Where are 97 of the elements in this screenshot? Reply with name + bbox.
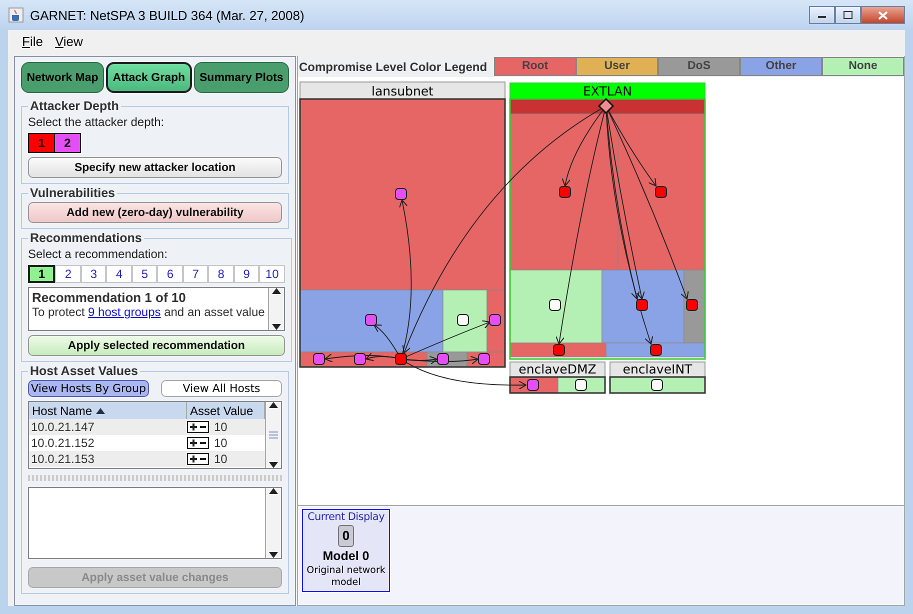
recommendation-number[interactable]: 5 xyxy=(132,265,158,283)
recommendation-number[interactable]: 7 xyxy=(182,265,208,283)
subnet-name: lansubnet xyxy=(372,83,434,98)
prompt-text: Select the attacker depth: xyxy=(28,115,166,129)
scroll-down-icon xyxy=(272,324,281,330)
model-description: Original network model xyxy=(306,564,386,589)
close-button[interactable] xyxy=(861,6,905,24)
plus-minus-icon xyxy=(187,421,209,433)
host-node[interactable] xyxy=(655,186,667,198)
close-icon xyxy=(878,10,888,20)
subnet-block[interactable] xyxy=(299,81,506,368)
host-node[interactable] xyxy=(575,378,587,391)
scroll-up-icon xyxy=(272,288,281,294)
host-node[interactable] xyxy=(395,352,407,365)
window-title: GARNET: NetSPA 3 BUILD 364 (Mar. 27, 2008) xyxy=(30,8,304,22)
card-caption: Current Display xyxy=(308,510,384,523)
add-vulnerability-button[interactable]: Add new (zero-day) vulnerability xyxy=(28,202,282,223)
scroll-up-icon xyxy=(269,488,278,494)
host-node[interactable] xyxy=(650,344,662,356)
section-title: Vulnerabilities xyxy=(29,186,116,200)
host-node[interactable] xyxy=(553,344,565,356)
host-node[interactable] xyxy=(395,188,407,200)
legend-swatch: Other xyxy=(740,57,822,76)
host-name-cell-text: 10.0.21.153 xyxy=(30,452,96,466)
host-node[interactable] xyxy=(489,314,501,326)
asset-value-cell-text: 10 xyxy=(213,452,228,466)
host-name-cell-text: 10.0.21.152 xyxy=(30,436,96,450)
host-node[interactable] xyxy=(437,352,449,365)
sort-ascending-icon xyxy=(96,408,106,414)
scroll-grip-icon xyxy=(269,431,278,439)
maximize-icon xyxy=(843,11,853,19)
depth-level[interactable]: 2 xyxy=(55,134,80,152)
depth-level[interactable]: 1 xyxy=(29,134,55,152)
recommendation-heading: Recommendation 1 of 10 xyxy=(32,290,187,305)
legend-swatch: Root xyxy=(494,57,576,76)
scroll-up-icon xyxy=(269,402,278,408)
splitter-handle[interactable] xyxy=(28,475,282,481)
recommendation-number[interactable]: 3 xyxy=(80,265,106,283)
scrollbar[interactable] xyxy=(265,402,281,468)
host-node[interactable] xyxy=(549,298,561,311)
minimize-button[interactable] xyxy=(809,6,835,24)
host-node[interactable] xyxy=(686,298,698,311)
host-name-cell-text: 10.0.21.147 xyxy=(30,420,96,434)
view-hosts-button[interactable]: View All Hosts xyxy=(161,380,282,397)
host-node[interactable] xyxy=(365,314,377,326)
recommendation-number[interactable]: 1 xyxy=(28,265,56,283)
apply-recommendation-button[interactable]: Apply selected recommendation xyxy=(28,335,285,356)
view-hosts-button[interactable]: View Hosts By Group xyxy=(28,380,149,397)
host-groups-link[interactable]: 9 host groups xyxy=(88,305,161,319)
section-title: Attacker Depth xyxy=(29,99,120,113)
host-node[interactable] xyxy=(559,186,571,198)
specify-location-button[interactable]: Specify new attacker location xyxy=(28,157,282,178)
scroll-down-icon xyxy=(269,552,278,558)
recommendation-number[interactable]: 9 xyxy=(234,265,260,283)
view-tab[interactable]: Summary Plots xyxy=(194,62,289,93)
recommendation-text: To protect 9 host groups and an asset value xyxy=(32,305,265,319)
legend-swatch: None xyxy=(822,57,904,76)
scrollbar[interactable] xyxy=(268,288,284,330)
menu-item[interactable]: File xyxy=(18,34,47,48)
host-node[interactable] xyxy=(354,352,366,365)
asset-value-cell-text: 10 xyxy=(213,436,228,450)
maximize-button[interactable] xyxy=(835,6,861,24)
recommendation-number[interactable]: 6 xyxy=(157,265,183,283)
recommendation-number[interactable]: 10 xyxy=(259,265,285,283)
subnet-block[interactable] xyxy=(509,361,606,394)
model-card[interactable]: Current Display 0 Model 0 Original network model xyxy=(302,508,390,592)
host-node[interactable] xyxy=(527,378,539,391)
prompt-text: Select a recommendation: xyxy=(28,247,168,261)
view-tab[interactable]: Attack Graph xyxy=(106,62,192,93)
legend-title: Compromise Level Color Legend xyxy=(298,60,488,74)
asset-value-cell-text: 10 xyxy=(213,420,228,434)
plus-minus-icon xyxy=(187,437,209,449)
subnet-name: enclaveINT xyxy=(622,361,692,376)
subnet-name: EXTLAN xyxy=(582,83,632,98)
model-number: 0 xyxy=(338,524,354,547)
section-title: Recommendations xyxy=(29,231,143,245)
scroll-down-icon xyxy=(269,462,278,468)
model-name: Model 0 xyxy=(322,548,370,563)
menu-item[interactable]: View xyxy=(50,34,87,48)
host-node[interactable] xyxy=(457,314,469,326)
host-node[interactable] xyxy=(651,378,663,391)
legend-swatch: User xyxy=(576,57,658,76)
java-cup-icon xyxy=(8,7,24,23)
subnet-name: enclaveDMZ xyxy=(518,361,596,376)
recommendation-number[interactable]: 4 xyxy=(106,265,132,283)
section-title: Host Asset Values xyxy=(29,364,139,378)
subnet-block[interactable] xyxy=(509,82,706,360)
host-node[interactable] xyxy=(478,352,490,365)
recommendation-number[interactable]: 8 xyxy=(208,265,234,283)
plus-minus-icon xyxy=(187,453,209,465)
host-node[interactable] xyxy=(636,298,648,311)
host-node[interactable] xyxy=(313,352,325,365)
view-tab[interactable]: Network Map xyxy=(21,62,104,93)
subnet-block[interactable] xyxy=(609,361,706,394)
scrollbar[interactable] xyxy=(265,488,281,558)
legend-swatch: DoS xyxy=(658,57,740,76)
recommendation-number[interactable]: 2 xyxy=(55,265,81,283)
